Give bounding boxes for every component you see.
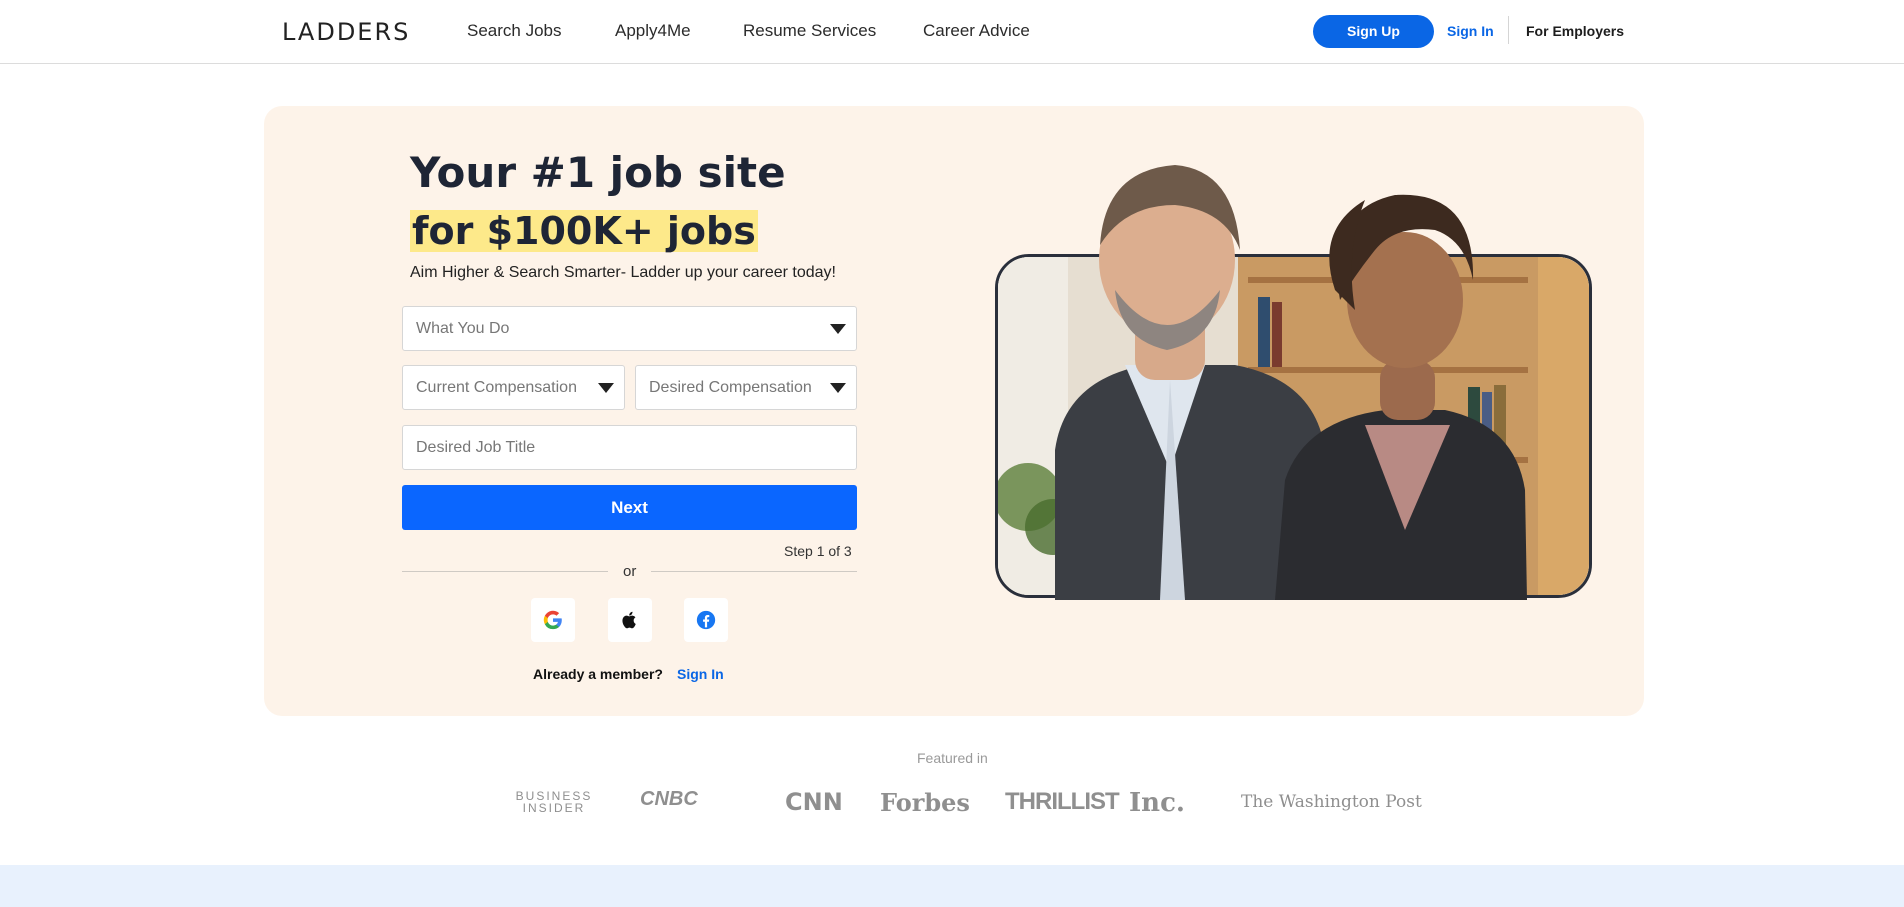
header-divider <box>1508 16 1509 44</box>
ladders-logo[interactable]: LADDERS <box>282 18 410 46</box>
chevron-down-icon <box>830 383 846 393</box>
featured-in-label: Featured in <box>917 750 988 766</box>
desired-compensation-label: Desired Compensation <box>649 379 812 396</box>
google-icon <box>543 610 562 630</box>
cnn-logo: CNN <box>785 788 843 816</box>
facebook-signin-button[interactable] <box>684 598 728 642</box>
bottom-section-band <box>0 865 1904 907</box>
current-compensation-select[interactable]: Current Compensation <box>402 365 625 410</box>
desired-job-title-input[interactable]: Desired Job Title <box>402 425 857 470</box>
desired-job-title-placeholder: Desired Job Title <box>416 439 536 456</box>
hero-title-highlight: for $100K+ jobs <box>410 209 758 253</box>
thrillist-logo: THRILLIST <box>1005 788 1120 815</box>
apple-signin-button[interactable] <box>608 598 652 642</box>
nav-search-jobs[interactable]: Search Jobs <box>467 21 562 41</box>
nav-resume-services[interactable]: Resume Services <box>743 21 876 41</box>
or-divider-right <box>651 571 857 572</box>
next-button[interactable]: Next <box>402 485 857 530</box>
hero-title: Your #1 job site <box>410 148 786 197</box>
forbes-logo: Forbes <box>880 788 970 817</box>
chevron-down-icon <box>598 383 614 393</box>
inc-logo: Inc. <box>1129 788 1185 818</box>
people-illustration <box>1055 165 1527 600</box>
hero-subtitle: Aim Higher & Search Smarter- Ladder up y… <box>410 264 836 281</box>
or-label: or <box>623 563 637 580</box>
or-divider-left <box>402 571 608 572</box>
current-compensation-label: Current Compensation <box>416 379 577 396</box>
chevron-down-icon <box>830 324 846 334</box>
what-you-do-label: What You Do <box>416 320 510 337</box>
desired-compensation-select[interactable]: Desired Compensation <box>635 365 857 410</box>
what-you-do-select[interactable]: What You Do <box>402 306 857 351</box>
step-indicator: Step 1 of 3 <box>784 543 852 559</box>
nav-apply4me[interactable]: Apply4Me <box>615 21 691 41</box>
already-member-text: Already a member? <box>533 666 663 682</box>
nav-career-advice[interactable]: Career Advice <box>923 21 1030 41</box>
cnbc-logo: CNBC <box>640 788 698 810</box>
facebook-icon <box>696 610 716 630</box>
washington-post-logo: The Washington Post <box>1241 792 1422 812</box>
sign-up-button[interactable]: Sign Up <box>1313 15 1434 48</box>
member-sign-in-link[interactable]: Sign In <box>677 666 724 682</box>
google-signin-button[interactable] <box>531 598 575 642</box>
for-employers-link[interactable]: For Employers <box>1526 23 1624 39</box>
apple-icon <box>622 611 636 629</box>
business-insider-logo: BUSINESS INSIDER <box>515 789 593 815</box>
site-header: LADDERS Search Jobs Apply4Me Resume Serv… <box>0 0 1904 64</box>
header-sign-in-link[interactable]: Sign In <box>1447 23 1494 39</box>
